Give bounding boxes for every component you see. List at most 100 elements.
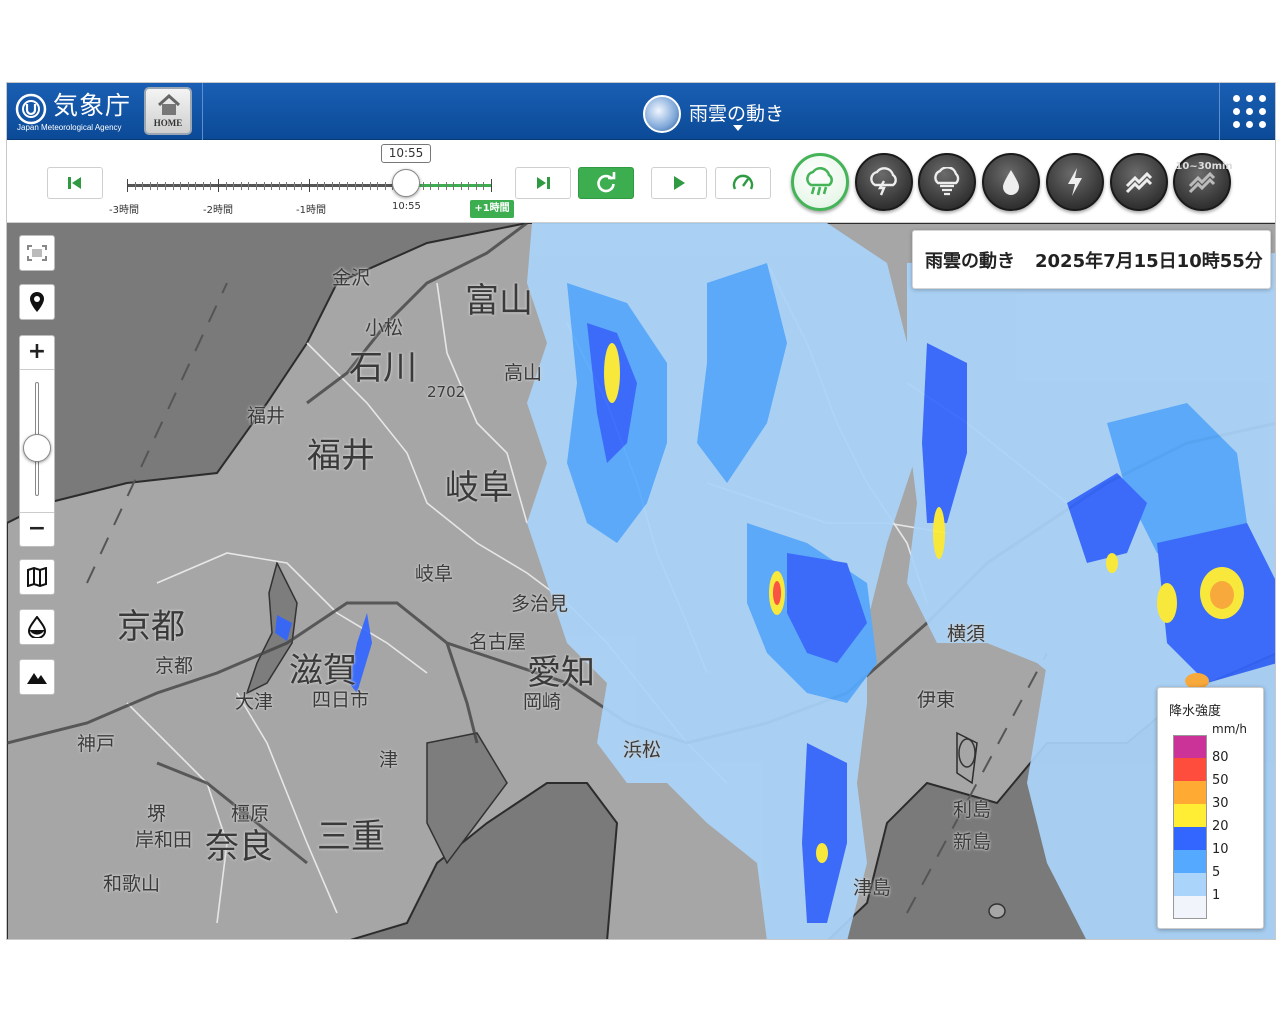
cloud-10-30min-icon xyxy=(1188,171,1216,194)
zoom-slider-handle[interactable] xyxy=(23,434,51,462)
slider-tick xyxy=(369,182,371,190)
map-label: 岐阜 xyxy=(415,563,454,585)
tick-label: -1時間 xyxy=(296,205,326,216)
skip-to-start-button[interactable] xyxy=(47,167,103,199)
home-label: HOME xyxy=(153,118,183,128)
tick-label: -3時間 xyxy=(109,205,139,216)
time-toolbar: 10:55 -3時間 -2時間 -1時間 10:55 +1時間 10~30min xyxy=(7,140,1275,223)
slider-tick xyxy=(225,182,227,190)
slider-tick xyxy=(134,182,136,190)
map-label: 和歌山 xyxy=(103,873,161,895)
slider-tick xyxy=(142,182,144,190)
map-label: 京都 xyxy=(117,607,185,647)
slider-tick xyxy=(240,182,242,190)
legend-unit: mm/h xyxy=(1212,722,1248,736)
mountain-icon xyxy=(27,673,47,684)
speedometer-icon xyxy=(732,174,754,190)
map-label: 岡崎 xyxy=(523,691,562,713)
reload-latest-button[interactable] xyxy=(578,167,634,199)
header-bar: 気象庁 Japan Meteorological Agency HOME 雨雲の… xyxy=(7,83,1275,140)
current-time-bubble: 10:55 xyxy=(381,144,431,163)
fullscreen-button[interactable] xyxy=(19,235,55,271)
layer-lightning-button[interactable] xyxy=(1046,153,1104,211)
slider-tick xyxy=(164,182,166,190)
header-divider xyxy=(202,83,203,140)
map-label: 浜松 xyxy=(623,739,662,761)
radar-map[interactable]: 金沢 富山 小松 石川 2702 高山 福井 福井 岐阜 京都 京都 滋賀 岐阜… xyxy=(7,223,1275,939)
layer-precipitation-button[interactable] xyxy=(982,153,1040,211)
rain-cloud-satellite-icon xyxy=(643,95,681,133)
map-label: 堺 xyxy=(147,803,167,825)
legend-swatch xyxy=(1173,735,1207,758)
map-label: 新島 xyxy=(953,831,992,853)
slider-tick xyxy=(491,179,492,192)
basemap-toggle-button[interactable] xyxy=(19,559,55,595)
slider-tick xyxy=(180,182,182,190)
map-label: 富山 xyxy=(465,281,533,321)
layer-hail-button[interactable] xyxy=(1110,153,1168,211)
opacity-drop-icon xyxy=(27,616,47,638)
zoom-in-button[interactable]: + xyxy=(20,336,54,370)
slider-tick xyxy=(453,182,455,190)
fullscreen-icon xyxy=(27,245,47,261)
header-divider xyxy=(1219,83,1220,140)
map-label: 岸和田 xyxy=(135,829,193,851)
map-title: 雨雲の動き xyxy=(925,251,1015,272)
map-label: 奈良 xyxy=(205,827,273,867)
future-range-label[interactable]: +1時間 xyxy=(470,200,514,218)
map-label: 津島 xyxy=(853,877,892,899)
map-label: 石川 xyxy=(349,348,417,388)
play-button[interactable] xyxy=(651,167,707,199)
tick-label: 10:55 xyxy=(392,201,421,212)
map-label: 大津 xyxy=(235,691,274,713)
layer-tornado-button[interactable] xyxy=(918,153,976,211)
jma-logo[interactable]: 気象庁 Japan Meteorological Agency xyxy=(13,89,141,135)
slider-tick xyxy=(339,182,341,190)
grid-menu-icon[interactable] xyxy=(1233,95,1267,129)
legend-swatch xyxy=(1173,827,1207,850)
slider-tick xyxy=(278,182,280,190)
slider-tick xyxy=(218,179,219,192)
slider-tick xyxy=(187,182,189,190)
legend-swatch xyxy=(1173,758,1207,781)
legend-label: 1 xyxy=(1212,888,1221,903)
slider-tick xyxy=(286,182,288,190)
raindrop-icon xyxy=(1003,170,1019,195)
precipitation-legend: 降水強度 mm/h 80 50 30 20 10 5 1 xyxy=(1157,687,1264,929)
slider-tick xyxy=(422,182,424,190)
map-label: 神戸 xyxy=(77,733,116,755)
slider-tick xyxy=(468,182,470,190)
skip-end-icon xyxy=(537,177,550,189)
tick-label: -2時間 xyxy=(203,205,233,216)
playback-speed-button[interactable] xyxy=(715,167,771,199)
map-label: 2702 xyxy=(427,383,466,401)
map-label: 金沢 xyxy=(332,267,371,289)
layer-rain-cloud-button[interactable] xyxy=(791,153,849,211)
terrain-toggle-button[interactable] xyxy=(19,659,55,695)
map-label: 高山 xyxy=(504,362,543,384)
slider-tick xyxy=(210,182,212,190)
slider-tick xyxy=(346,182,348,190)
slider-tick xyxy=(324,182,326,190)
home-button[interactable]: HOME xyxy=(144,87,192,135)
page-title: 雨雲の動き xyxy=(689,103,785,125)
layer-10-30min-button[interactable]: 10~30min xyxy=(1173,153,1233,211)
map-label: 福井 xyxy=(307,436,375,476)
time-slider-handle[interactable] xyxy=(392,169,420,197)
opacity-toggle-button[interactable] xyxy=(19,609,55,645)
map-basemap xyxy=(7,223,1275,939)
layer-thunder-cloud-button[interactable] xyxy=(855,153,913,211)
map-label: 四日市 xyxy=(312,689,370,711)
map-label: 小松 xyxy=(365,317,404,339)
map-icon xyxy=(27,567,47,587)
map-label: 多治見 xyxy=(511,593,569,615)
slider-tick xyxy=(127,179,128,192)
legend-swatch xyxy=(1173,896,1207,919)
slider-tick xyxy=(362,182,364,190)
map-label: 岐阜 xyxy=(445,468,513,508)
zoom-out-button[interactable]: − xyxy=(20,512,54,546)
current-location-button[interactable] xyxy=(19,284,55,320)
slider-tick xyxy=(475,182,477,190)
skip-to-end-button[interactable] xyxy=(515,167,571,199)
slider-tick xyxy=(437,182,439,190)
